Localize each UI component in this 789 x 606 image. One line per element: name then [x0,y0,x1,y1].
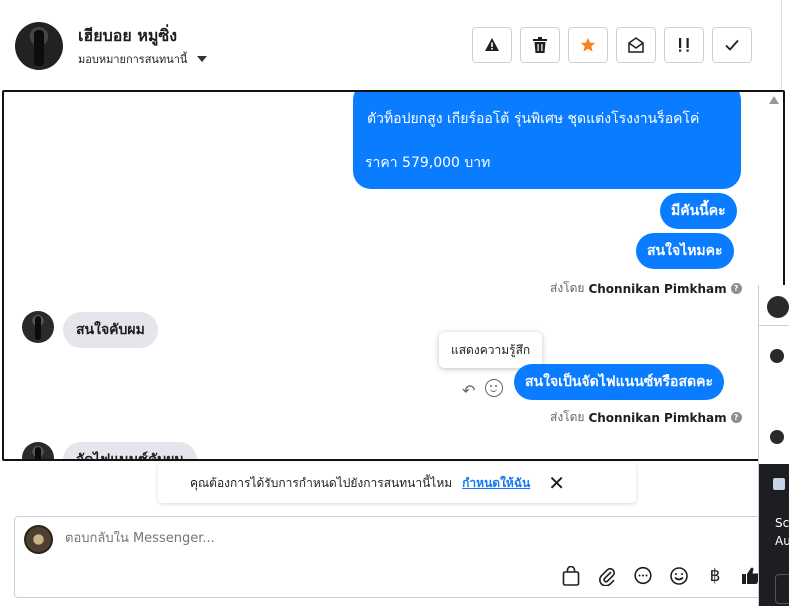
side-avatar[interactable] [770,430,784,444]
message-text: ราคา 579,000 บาท [365,155,491,171]
trash-icon [533,37,547,53]
reply-icon[interactable]: ↶ [462,381,475,400]
emoji-icon[interactable] [668,565,690,587]
contact-name[interactable]: เฮียบอย หมูซิ่ง [78,24,177,49]
reaction-tooltip: แสดงความรู้สึก [439,332,543,368]
star-button[interactable] [568,27,608,63]
mark-unread-button[interactable] [616,27,656,63]
attachment-icon[interactable] [596,565,618,587]
page-avatar [24,525,53,554]
envelope-open-icon [628,37,644,53]
side-chat-panel: Sc Au [758,285,789,606]
shopping-bag-icon[interactable] [560,565,582,587]
app-icon [773,478,785,490]
star-icon [580,37,596,52]
side-avatar[interactable] [770,349,784,363]
conversation-header: เฮียบอย หมูซิ่ง มอบหมายการสนทนานี้ [0,0,782,90]
message-thread[interactable]: ตัวท็อปยกสูง เกียร์ออโต้ รุ่นพิเศษ ชุดแต… [2,90,785,461]
reply-input[interactable] [65,531,665,546]
delete-button[interactable] [520,27,560,63]
outgoing-message[interactable]: ตัวท็อปยกสูง เกียร์ออโต้ รุ่นพิเศษ ชุดแต… [353,92,741,189]
caret-down-icon [197,56,208,62]
done-button[interactable] [712,27,752,63]
incoming-message[interactable]: จัดไฟแนนซ์คับผม [63,442,197,459]
side-text: Sc [775,516,789,530]
outgoing-message[interactable]: สนใจไหมคะ [636,233,734,269]
follow-up-button[interactable] [664,27,704,63]
message-text: ตัวท็อปยกสูง เกียร์ออโต้ รุ่นพิเศษ ชุดแต… [367,111,700,127]
check-icon [725,39,739,51]
assign-to-me-link[interactable]: กำหนดให้ฉัน [462,474,530,493]
side-button[interactable] [775,574,789,604]
sender-name: Chonnikan Pimkham [588,410,727,425]
report-button[interactable] [472,27,512,63]
assign-prompt-text: คุณต้องการได้รับการกำหนดไปยังการสนทนานี้… [190,475,453,490]
smiley-react-icon[interactable] [485,379,503,397]
important-icon [679,38,689,52]
close-icon[interactable]: ✕ [548,473,565,493]
side-notification-card: Sc Au [759,464,789,606]
side-panel-header [759,285,789,326]
help-icon[interactable]: ? [730,412,742,423]
assign-label: มอบหมายการสนทนานี้ [78,53,188,66]
outgoing-message[interactable]: มีคันนี้คะ [660,193,737,229]
contact-avatar[interactable] [22,311,54,343]
composer-toolbar: ฿ [560,565,762,587]
sent-by-prefix: ส่งโดย [550,410,585,424]
outgoing-message[interactable]: สนใจเป็นจัดไฟแนนซ์หรือสดคะ [514,364,724,400]
conversation-actions [472,27,752,63]
side-avatar[interactable] [767,296,789,318]
saved-reply-icon[interactable] [632,565,654,587]
incoming-message[interactable]: สนใจคับผม [63,312,158,348]
warning-icon [485,38,499,51]
sent-by-label: ส่งโดย Chonnikan Pimkham ? [550,279,742,298]
payment-icon[interactable]: ฿ [704,565,726,587]
sent-by-prefix: ส่งโดย [550,281,585,295]
reply-composer: ฿ [14,516,782,598]
sender-name: Chonnikan Pimkham [588,281,727,296]
assign-prompt-banner: คุณต้องการได้รับการกำหนดไปยังการสนทนานี้… [158,463,636,503]
contact-avatar[interactable] [15,22,63,70]
sent-by-label: ส่งโดย Chonnikan Pimkham ? [550,408,742,427]
assign-conversation-dropdown[interactable]: มอบหมายการสนทนานี้ [78,50,208,68]
scroll-up-arrow-icon[interactable] [769,96,779,104]
contact-avatar[interactable] [22,442,54,459]
side-text: Au [775,534,789,548]
help-icon[interactable]: ? [730,283,742,294]
